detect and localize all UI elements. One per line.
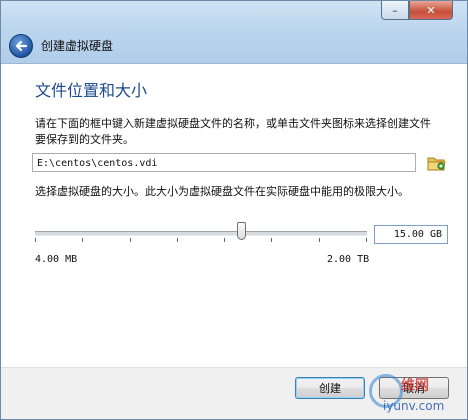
slider-tick [177,238,178,242]
disk-size-slider[interactable] [35,221,367,245]
divider [1,63,467,64]
size-description: 选择虚拟硬盘的大小。此大小为虚拟硬盘文件在实际硬盘中能用的极限大小。 [35,185,409,198]
slider-tick [130,238,131,242]
slider-tick [319,238,320,242]
close-icon: ✕ [426,3,436,17]
watermark-text: 维网 [401,378,429,394]
watermark-url: iyunv.com [383,399,445,413]
choose-folder-button[interactable] [426,152,448,174]
page-heading: 文件位置和大小 [35,81,148,100]
title-bar: – ✕ 创建虚拟硬盘 [1,1,467,63]
size-range-min: 4.00 MB [35,254,78,265]
create-virtual-disk-dialog: – ✕ 创建虚拟硬盘 文件位置和大小 请在下面的框中键入新建虚拟硬盘文件的名称，… [0,0,468,420]
size-range-max: 2.00 TB [327,254,370,265]
slider-tick [35,238,36,242]
slider-tick [82,238,83,242]
file-path-input[interactable]: E:\centos\centos.vdi [32,153,416,172]
back-button[interactable] [9,34,33,58]
create-button[interactable]: 创建 [295,377,365,399]
slider-tick [224,238,225,242]
slider-tick [366,238,367,242]
site-watermark: 维网 iyunv.com [367,373,463,417]
dialog-title: 创建虚拟硬盘 [41,39,114,53]
minimize-button[interactable]: – [381,1,409,20]
slider-track [35,231,367,236]
close-button[interactable]: ✕ [409,1,453,20]
slider-handle[interactable] [237,222,246,240]
back-arrow-icon [15,40,28,52]
folder-icon [427,157,446,171]
disk-size-input[interactable]: 15.00 GB [374,225,448,244]
slider-tick [271,238,272,242]
window-controls: – ✕ [381,1,453,20]
minimize-icon: – [392,3,398,17]
slider-ticks [35,238,367,243]
location-description: 请在下面的框中键入新建虚拟硬盘文件的名称，或单击文件夹图标来选择创建文件要保存到… [35,117,431,146]
